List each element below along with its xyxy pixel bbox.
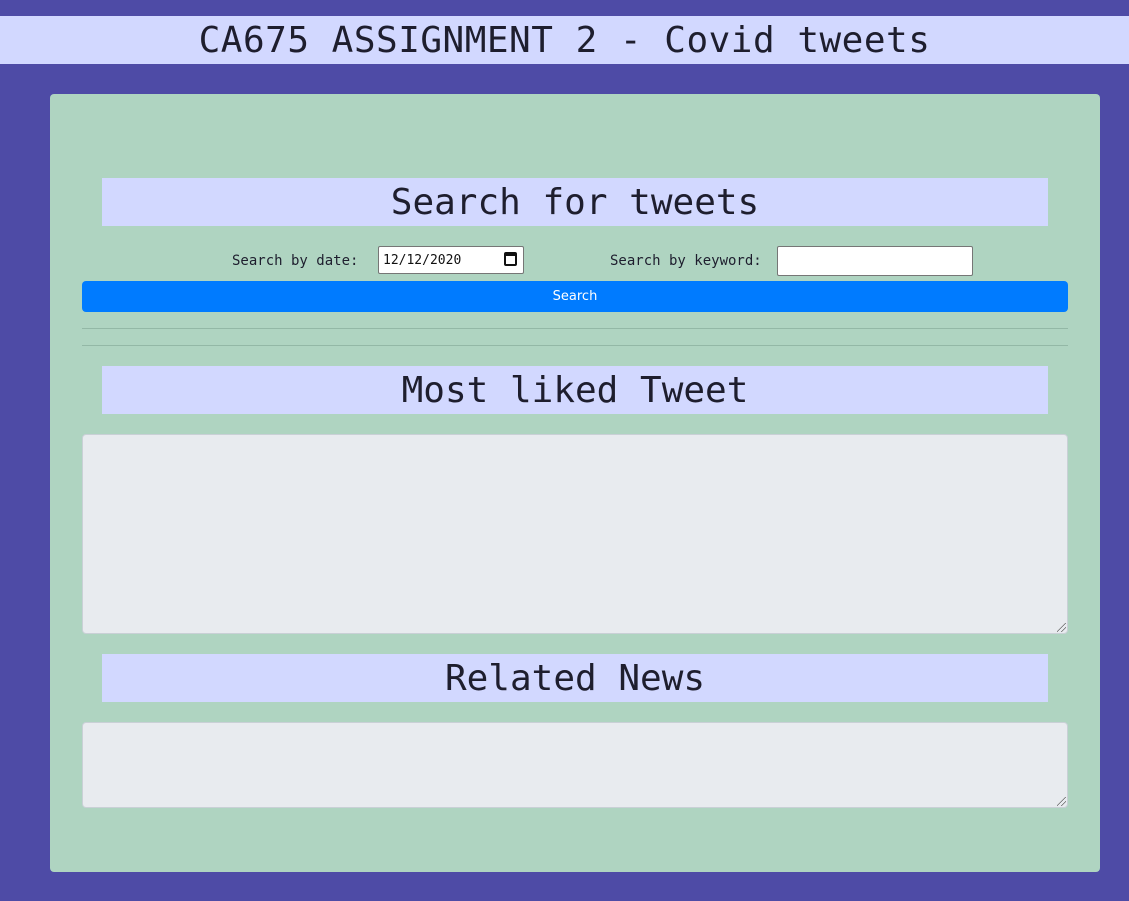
related-news-heading: Related News — [444, 657, 706, 699]
calendar-icon[interactable] — [504, 252, 517, 266]
most-liked-heading: Most liked Tweet — [401, 369, 749, 411]
page-title: CA675 ASSIGNMENT 2 - Covid tweets — [198, 19, 931, 61]
date-input-value: 12/12/2020 — [383, 253, 462, 268]
search-heading: Search for tweets — [390, 181, 760, 223]
resize-grip-icon[interactable] — [1057, 797, 1066, 806]
search-heading-bar: Search for tweets — [102, 178, 1048, 226]
divider-top — [82, 328, 1068, 329]
page-header: CA675 ASSIGNMENT 2 - Covid tweets — [0, 16, 1129, 64]
keyword-input[interactable] — [777, 246, 973, 276]
date-label: Search by date: — [232, 253, 359, 269]
search-button[interactable]: Search — [82, 281, 1068, 312]
main-card: Search for tweets Search by date: 12/12/… — [50, 94, 1100, 872]
most-liked-tweet-textarea[interactable] — [82, 434, 1068, 634]
search-form-row: Search by date: 12/12/2020 Search by key… — [50, 246, 1100, 276]
date-input[interactable]: 12/12/2020 — [378, 246, 524, 274]
keyword-label: Search by keyword: — [610, 253, 762, 269]
related-news-heading-bar: Related News — [102, 654, 1048, 702]
related-news-textarea[interactable] — [82, 722, 1068, 808]
resize-grip-icon[interactable] — [1057, 623, 1066, 632]
most-liked-heading-bar: Most liked Tweet — [102, 366, 1048, 414]
divider-bottom — [82, 345, 1068, 346]
